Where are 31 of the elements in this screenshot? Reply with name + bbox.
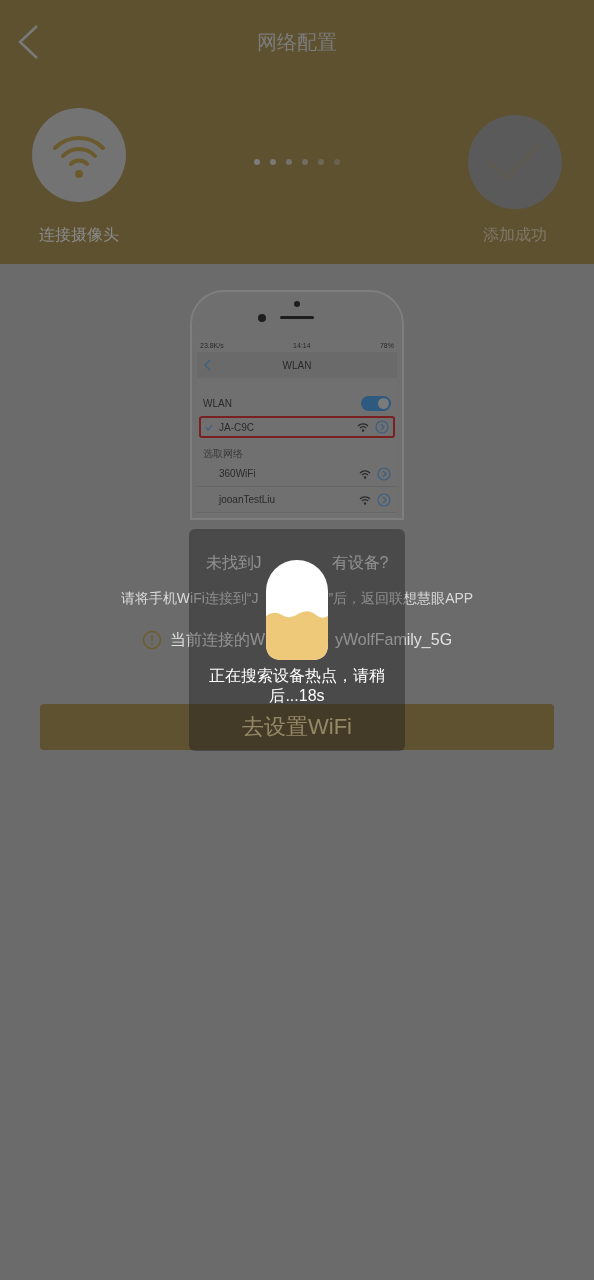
page-title: 网络配置 (257, 30, 337, 55)
camera-icon (258, 314, 266, 322)
current-network-text: 当前连接的W (169, 630, 265, 650)
wlan-toggle[interactable] (361, 395, 391, 411)
wifi-icon (359, 494, 371, 505)
network-name: JA-C9C (219, 420, 255, 435)
network-name: jooanTestLiu (219, 493, 277, 507)
speaker-icon (280, 316, 314, 319)
back-icon[interactable] (16, 24, 40, 60)
step-label: 添加成功 (483, 225, 547, 245)
sensor-icon (294, 301, 300, 307)
wifi-settings-button[interactable]: 去设置WiFi (40, 704, 554, 750)
warning-icon (141, 630, 162, 650)
network-row[interactable]: jooanTestLiu (197, 487, 397, 513)
toast-message: 正在搜索设备热点，请稍后...18s (208, 666, 386, 706)
progress-dots-icon (252, 157, 342, 167)
back-icon[interactable] (203, 359, 211, 371)
nav-title: WLAN (282, 358, 312, 373)
current-network-text: yWolfFamily_5G (335, 630, 453, 650)
check-icon (205, 423, 213, 431)
hint-text: 请将手机WiFi连接到“J (120, 589, 259, 608)
network-name: 360WiFi (219, 467, 257, 481)
wifi-icon (357, 422, 369, 432)
hint-title: 未找到J (205, 553, 262, 573)
loading-icon (266, 560, 328, 660)
network-row[interactable]: 360WiFi (197, 461, 397, 487)
wlan-label: WLAN (203, 396, 232, 411)
step-label: 连接摄像头 (39, 225, 119, 245)
network-row[interactable]: JA-C9C (199, 416, 395, 438)
hint-title: 有设备? (331, 553, 389, 573)
wifi-icon (359, 468, 371, 479)
